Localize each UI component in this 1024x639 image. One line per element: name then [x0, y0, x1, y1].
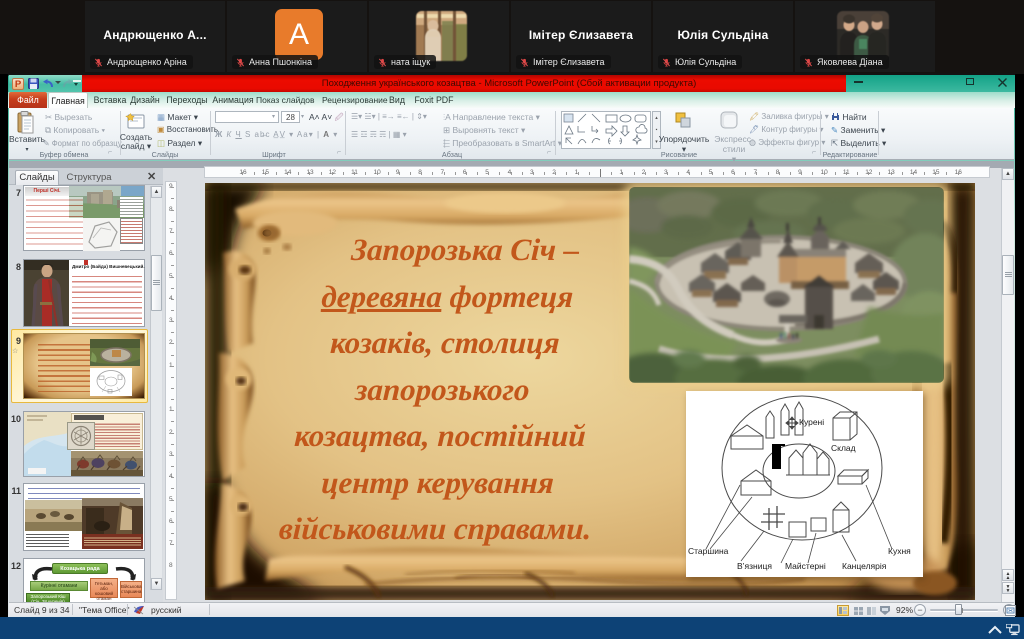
svg-text:Курені: Курені [799, 417, 824, 427]
svg-text:Канцелярія: Канцелярія [842, 561, 887, 571]
svg-text:Старшина: Старшина [688, 546, 729, 556]
svg-text:Кухня: Кухня [888, 546, 911, 556]
svg-text:Майстерні: Майстерні [785, 561, 826, 571]
svg-text:Склад: Склад [831, 443, 856, 453]
svg-text:В’язниця: В’язниця [737, 561, 772, 571]
